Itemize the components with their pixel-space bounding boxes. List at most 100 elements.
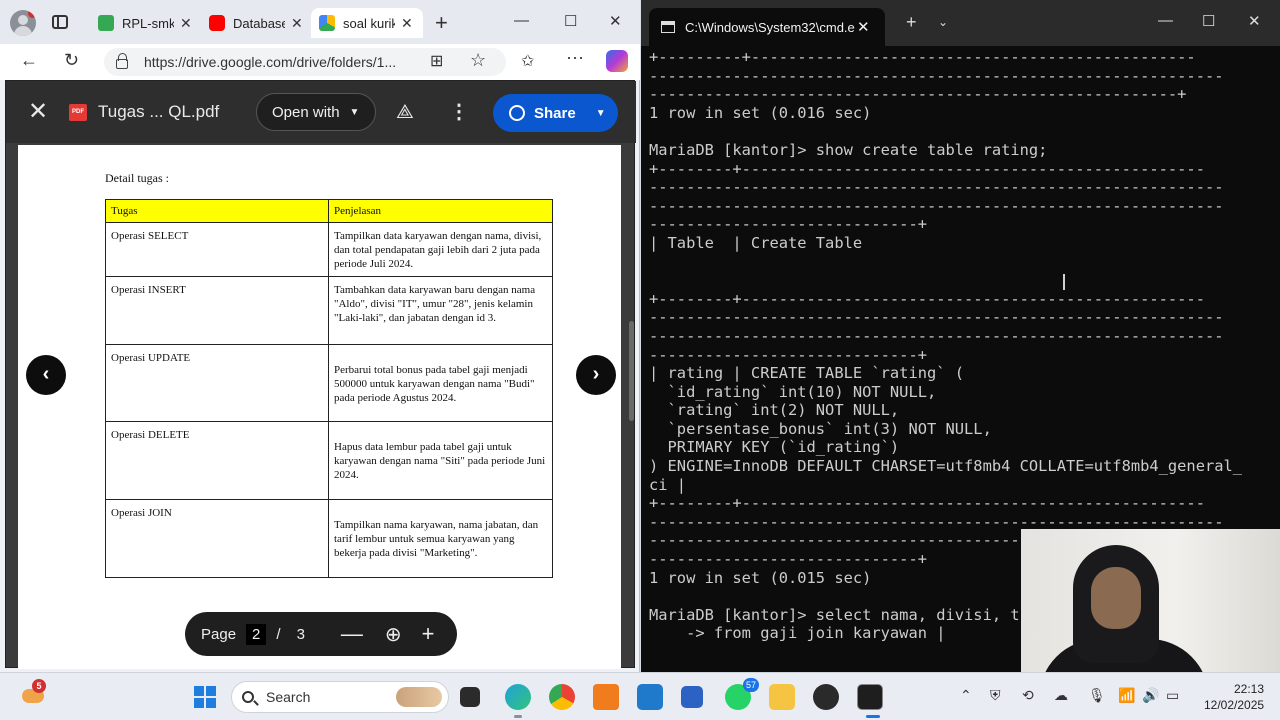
sync-icon[interactable]: ⟲ (1022, 687, 1034, 704)
console-line: ----------------------------------------… (649, 66, 1224, 85)
browser-tab-bar: RPL-smkn ✕ Database ✕ soal kurik ✕ + — ☐… (0, 0, 640, 44)
more-menu-icon[interactable]: ··· (566, 47, 584, 68)
task-view-icon[interactable] (460, 687, 480, 707)
edge-icon[interactable] (505, 684, 531, 710)
page-number-input[interactable]: 2 (246, 623, 267, 645)
word-icon[interactable] (681, 686, 703, 708)
description-cell: Tampilkan data karyawan dengan nama, div… (328, 222, 553, 277)
console-line: ----------------------------------------… (649, 178, 1224, 197)
favorite-star-icon[interactable]: ☆ (470, 50, 486, 71)
document-heading: Detail tugas : (105, 171, 169, 185)
page-controls: Page 2 / 3 — ⊕ + (185, 612, 457, 656)
address-bar[interactable]: https://drive.google.com/drive/folders/1… (104, 48, 506, 76)
maximize-button[interactable]: ☐ (1202, 12, 1215, 30)
tab-database[interactable]: Database ✕ (201, 8, 309, 38)
share-button[interactable]: Share ▼ (493, 94, 618, 132)
task-cell: Operasi INSERT (105, 276, 329, 345)
close-tab-icon[interactable]: ✕ (291, 15, 303, 32)
minimize-button[interactable]: — (1158, 12, 1173, 29)
obs-icon[interactable] (813, 684, 839, 710)
close-window-button[interactable]: ✕ (1248, 12, 1261, 30)
volume-icon[interactable]: 🔊 (1142, 687, 1159, 704)
previous-page-button[interactable]: ‹ (26, 355, 66, 395)
search-icon (242, 691, 254, 703)
tab-actions-icon[interactable] (52, 15, 68, 29)
page-label: Page (201, 625, 237, 643)
close-tab-icon[interactable]: ✕ (401, 15, 413, 32)
add-shortcut-icon[interactable]: ⟁ (396, 101, 414, 124)
cmd-icon (661, 21, 675, 33)
viewer-scrollbar[interactable] (629, 321, 634, 421)
wifi-icon[interactable]: 📶 (1118, 687, 1135, 704)
open-with-label: Open with (272, 103, 340, 121)
tab-soal-label: soal kurik (343, 15, 395, 31)
chrome-icon[interactable] (549, 684, 575, 710)
caret-down-icon[interactable]: ▼ (596, 108, 606, 119)
edge-running-indicator (514, 715, 522, 718)
minimize-button[interactable]: — (514, 12, 529, 29)
description-cell: Tambahkan data karyawan baru dengan nama… (328, 276, 553, 345)
taskbar-search[interactable]: Search (231, 681, 449, 713)
whatsapp-badge: 57 (743, 678, 759, 692)
microphone-icon[interactable]: 🎙 (1088, 687, 1106, 704)
browser-toolbar: ← ↻ https://drive.google.com/drive/folde… (0, 44, 640, 80)
vscode-icon[interactable] (637, 684, 663, 710)
more-actions-icon[interactable]: ⋮ (449, 99, 469, 124)
whatsapp-icon[interactable]: 57 (725, 678, 759, 710)
url-text: https://drive.google.com/drive/folders/1… (144, 54, 397, 70)
google-drive-icon (319, 15, 335, 31)
page-separator: / (276, 625, 281, 643)
terminal-tab[interactable]: C:\Windows\System32\cmd.e ✕ (649, 8, 885, 46)
file-explorer-icon[interactable] (769, 684, 795, 710)
close-window-button[interactable]: ✕ (609, 12, 622, 30)
new-tab-button[interactable]: + (435, 10, 448, 36)
weather-widget[interactable]: 5 (20, 679, 46, 707)
terminal-icon[interactable] (857, 684, 883, 710)
tab-rpl[interactable]: RPL-smkn ✕ (90, 8, 198, 38)
browser-window: RPL-smkn ✕ Database ✕ soal kurik ✕ + — ☐… (0, 0, 640, 672)
start-button[interactable] (194, 686, 216, 708)
xampp-icon[interactable] (593, 684, 619, 710)
console-line: ----------------------------------------… (649, 326, 1224, 345)
profile-avatar[interactable] (10, 10, 36, 36)
back-icon[interactable]: ← (20, 50, 38, 71)
description-cell: Hapus data lembur pada tabel gaji untuk … (328, 421, 553, 500)
battery-icon[interactable]: ▭ (1166, 687, 1179, 704)
close-tab-icon[interactable]: ✕ (180, 15, 192, 32)
reload-icon[interactable]: ↻ (64, 50, 79, 71)
column-header: Tugas (105, 199, 329, 223)
next-page-button[interactable]: › (576, 355, 616, 395)
weather-badge: 5 (32, 679, 46, 693)
console-line: -----------------------------+ (649, 215, 927, 234)
table-header-row: Tugas Penjelasan (105, 199, 553, 223)
copilot-icon[interactable] (606, 50, 628, 72)
zoom-out-icon[interactable]: — (341, 621, 363, 647)
chevron-up-icon[interactable]: ⌃ (960, 687, 972, 704)
console-line: ----------------------------------------… (649, 85, 1187, 104)
task-cell: Operasi SELECT (105, 222, 329, 277)
chevron-down-icon[interactable]: ⌄ (938, 15, 948, 29)
apps-icon[interactable]: ⊞ (430, 51, 443, 71)
description-cell: Perbarui total bonus pada tabel gaji men… (328, 344, 553, 422)
shield-icon[interactable]: ⛨ (990, 687, 1001, 704)
console-line: `id_rating` int(10) NOT NULL, (649, 382, 937, 401)
tab-soal[interactable]: soal kurik ✕ (311, 8, 423, 38)
table-row: Operasi UPDATE Perbarui total bonus pada… (105, 344, 553, 422)
zoom-fit-icon[interactable]: ⊕ (385, 622, 402, 647)
cloud-icon[interactable]: ☁ (1054, 687, 1068, 704)
close-viewer-icon[interactable]: ✕ (28, 97, 48, 126)
new-terminal-tab-button[interactable]: + (906, 12, 917, 33)
description-cell: Tampilkan nama karyawan, nama jabatan, d… (328, 499, 553, 578)
open-with-button[interactable]: Open with ▼ (256, 93, 376, 131)
lock-icon (116, 53, 128, 69)
maximize-button[interactable]: ☐ (564, 12, 577, 30)
share-label: Share (534, 104, 576, 122)
favorites-icon[interactable]: ✩ (521, 51, 534, 71)
console-line: +--------+------------------------------… (649, 159, 1205, 178)
close-tab-icon[interactable]: ✕ (857, 18, 870, 36)
zoom-in-icon[interactable]: + (422, 621, 435, 647)
clock[interactable]: 22:13 12/02/2025 (1204, 681, 1264, 713)
text-cursor (1063, 274, 1065, 290)
console-line: | rating | CREATE TABLE `rating` ( (649, 364, 965, 383)
